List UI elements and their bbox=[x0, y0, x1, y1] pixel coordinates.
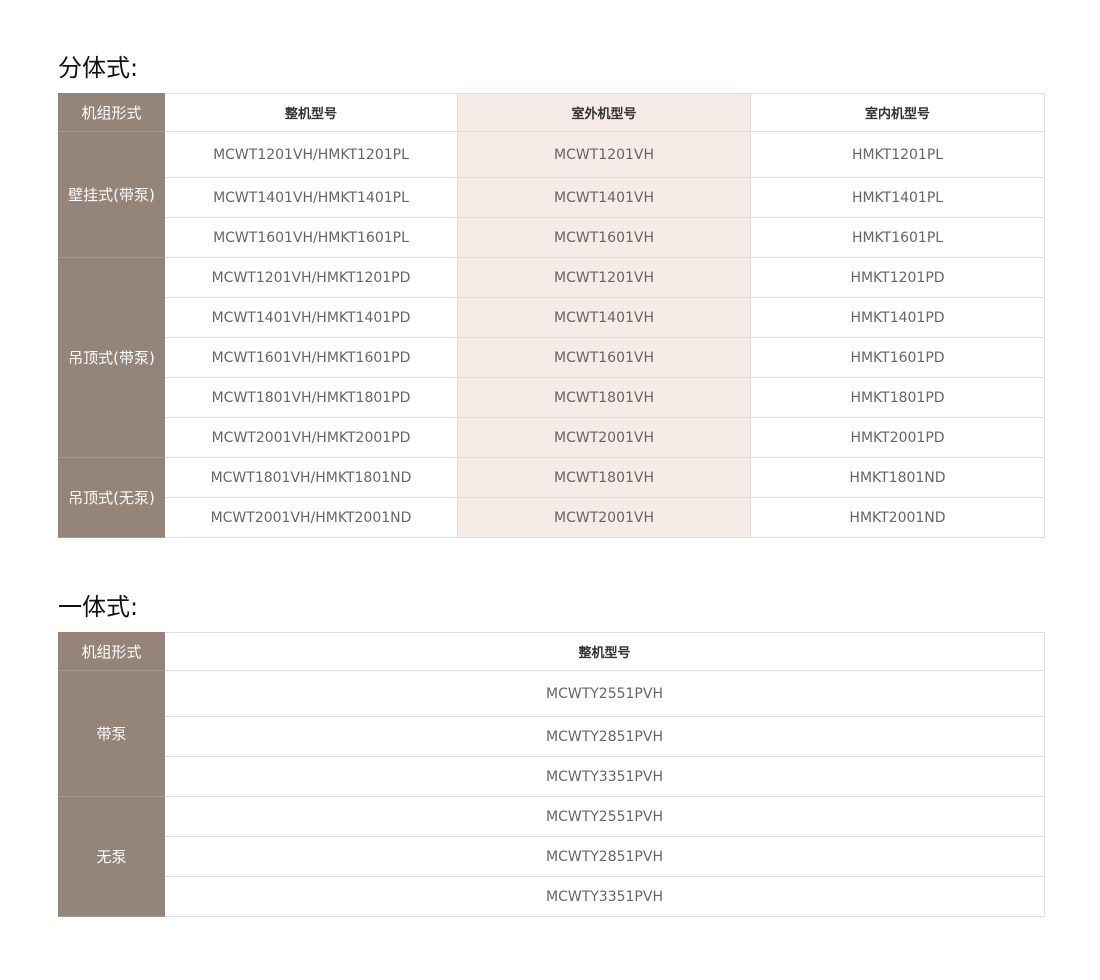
table-row: MCWTY3351PVH bbox=[59, 876, 1045, 917]
table-row: 吊顶式(带泵) MCWT1201VH/HMKT1201PD MCWT1201VH… bbox=[58, 257, 1045, 458]
complete-model-cell: MCWTY2851PVH bbox=[164, 836, 1045, 877]
table-header-row: 机组形式 整机型号 bbox=[58, 632, 1045, 671]
integrated-section-title: 一体式: bbox=[58, 593, 139, 621]
complete-model-cell: MCWT2001VH/HMKT2001ND bbox=[164, 497, 458, 538]
header-outdoor-model: 室外机型号 bbox=[457, 93, 751, 132]
complete-model-cell: MCWTY2851PVH bbox=[164, 716, 1045, 757]
outdoor-model-cell: MCWT1201VH bbox=[457, 257, 751, 298]
table-row: MCWT1401VH/HMKT1401PD MCWT1401VH HMKT140… bbox=[59, 297, 1045, 338]
outdoor-model-cell: MCWT1601VH bbox=[457, 217, 751, 258]
indoor-model-cell: HMKT1401PL bbox=[750, 177, 1045, 218]
header-indoor-model: 室内机型号 bbox=[750, 93, 1045, 132]
table-row: MCWT1601VH/HMKT1601PD MCWT1601VH HMKT160… bbox=[59, 337, 1045, 378]
complete-model-cell: MCWT1401VH/HMKT1401PL bbox=[164, 177, 458, 218]
integrated-model-table: 机组形式 整机型号 带泵 MCWTY2551PVH MCWTY2851PVH M… bbox=[58, 632, 1045, 917]
complete-model-cell: MCWT1801VH/HMKT1801PD bbox=[164, 377, 458, 418]
indoor-model-cell: HMKT1801ND bbox=[750, 457, 1045, 498]
outdoor-model-cell: MCWT1201VH bbox=[457, 131, 751, 178]
group-label: 无泵 bbox=[58, 796, 165, 917]
outdoor-model-cell: MCWT1401VH bbox=[457, 177, 751, 218]
indoor-model-cell: HMKT1601PD bbox=[750, 337, 1045, 378]
indoor-model-cell: HMKT2001PD bbox=[750, 417, 1045, 458]
table-header-row: 机组形式 整机型号 室外机型号 室内机型号 bbox=[58, 93, 1045, 132]
header-complete-model: 整机型号 bbox=[164, 632, 1045, 671]
header-complete-model: 整机型号 bbox=[164, 93, 458, 132]
outdoor-model-cell: MCWT1601VH bbox=[457, 337, 751, 378]
complete-model-cell: MCWT1401VH/HMKT1401PD bbox=[164, 297, 458, 338]
table-row: MCWTY2851PVH bbox=[59, 836, 1045, 877]
indoor-model-cell: HMKT2001ND bbox=[750, 497, 1045, 538]
complete-model-cell: MCWT1601VH/HMKT1601PD bbox=[164, 337, 458, 378]
complete-model-cell: MCWT1201VH/HMKT1201PD bbox=[164, 257, 458, 298]
complete-model-cell: MCWT1801VH/HMKT1801ND bbox=[164, 457, 458, 498]
group-label: 壁挂式(带泵) bbox=[58, 131, 165, 258]
complete-model-cell: MCWT1201VH/HMKT1201PL bbox=[164, 131, 458, 178]
group-label: 吊顶式(无泵) bbox=[58, 457, 165, 538]
outdoor-model-cell: MCWT2001VH bbox=[457, 497, 751, 538]
header-unit-type: 机组形式 bbox=[58, 93, 165, 132]
table-row: MCWT2001VH/HMKT2001PD MCWT2001VH HMKT200… bbox=[59, 417, 1045, 458]
table-row: 壁挂式(带泵) MCWT1201VH/HMKT1201PL MCWT1201VH… bbox=[58, 131, 1045, 258]
complete-model-cell: MCWTY3351PVH bbox=[164, 876, 1045, 917]
indoor-model-cell: HMKT1401PD bbox=[750, 297, 1045, 338]
outdoor-model-cell: MCWT1801VH bbox=[457, 377, 751, 418]
indoor-model-cell: HMKT1201PD bbox=[750, 257, 1045, 298]
complete-model-cell: MCWT2001VH/HMKT2001PD bbox=[164, 417, 458, 458]
indoor-model-cell: HMKT1201PL bbox=[750, 131, 1045, 178]
table-row: MCWTY2851PVH bbox=[59, 716, 1045, 757]
indoor-model-cell: HMKT1801PD bbox=[750, 377, 1045, 418]
table-row: MCWT1401VH/HMKT1401PL MCWT1401VH HMKT140… bbox=[59, 177, 1045, 218]
table-row: MCWT1801VH/HMKT1801PD MCWT1801VH HMKT180… bbox=[59, 377, 1045, 418]
indoor-model-cell: HMKT1601PL bbox=[750, 217, 1045, 258]
complete-model-cell: MCWTY3351PVH bbox=[164, 756, 1045, 797]
table-row: MCWT1601VH/HMKT1601PL MCWT1601VH HMKT160… bbox=[59, 217, 1045, 258]
table-row: 吊顶式(无泵) MCWT1801VH/HMKT1801ND MCWT1801VH… bbox=[58, 457, 1045, 538]
complete-model-cell: MCWTY2551PVH bbox=[164, 796, 1045, 837]
table-row: 无泵 MCWTY2551PVH bbox=[58, 796, 1045, 917]
complete-model-cell: MCWT1601VH/HMKT1601PL bbox=[164, 217, 458, 258]
group-label: 带泵 bbox=[58, 670, 165, 797]
outdoor-model-cell: MCWT1401VH bbox=[457, 297, 751, 338]
table-row: MCWTY3351PVH bbox=[59, 756, 1045, 797]
header-unit-type: 机组形式 bbox=[58, 632, 165, 671]
complete-model-cell: MCWTY2551PVH bbox=[164, 670, 1045, 717]
outdoor-model-cell: MCWT2001VH bbox=[457, 417, 751, 458]
table-row: MCWT2001VH/HMKT2001ND MCWT2001VH HMKT200… bbox=[59, 497, 1045, 538]
table-row: 带泵 MCWTY2551PVH bbox=[58, 670, 1045, 797]
split-section-title: 分体式: bbox=[58, 54, 139, 82]
group-label: 吊顶式(带泵) bbox=[58, 257, 165, 458]
split-model-table: 机组形式 整机型号 室外机型号 室内机型号 壁挂式(带泵) MCWT1201VH… bbox=[58, 93, 1045, 538]
outdoor-model-cell: MCWT1801VH bbox=[457, 457, 751, 498]
